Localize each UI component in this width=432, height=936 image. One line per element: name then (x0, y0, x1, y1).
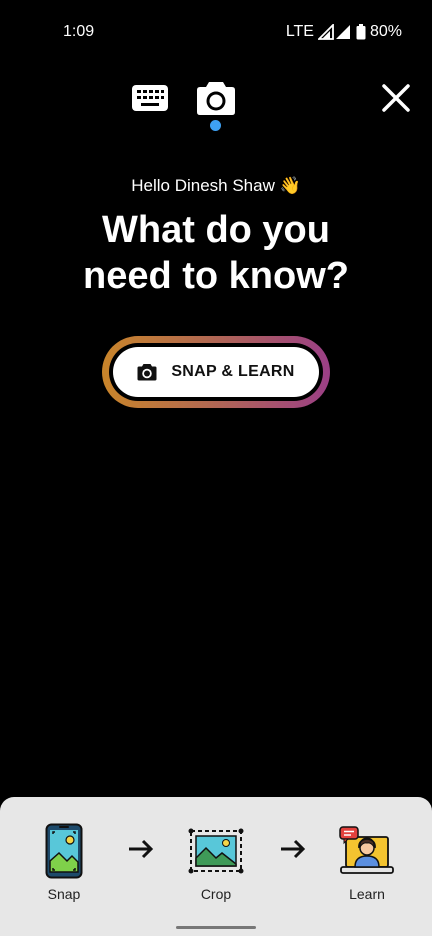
snap-and-learn-label: SNAP & LEARN (171, 363, 295, 380)
arrow-right-icon (281, 839, 306, 859)
camera-icon (197, 82, 235, 115)
keyboard-mode-button[interactable] (131, 84, 169, 112)
status-indicators: LTE 80% (286, 23, 402, 41)
page-title: What do you need to know? (0, 207, 432, 299)
step-snap: Snap (24, 823, 104, 902)
title-line-1: What do you (102, 209, 330, 251)
screen: 1:09 LTE 80% Hello Dinesh Shaw 👋 What do… (0, 0, 432, 936)
active-mode-indicator (210, 120, 221, 131)
network-label: LTE (285, 23, 314, 40)
step-label-learn: Learn (349, 886, 385, 902)
arrow-right-icon (129, 839, 154, 859)
step-label-snap: Snap (47, 886, 81, 902)
greeting-text: Hello Dinesh Shaw 👋 (131, 176, 301, 195)
step-label-crop: Crop (200, 886, 232, 902)
gesture-nav-handle[interactable] (176, 926, 256, 929)
battery-icon (356, 24, 366, 40)
step-crop: Crop (176, 823, 256, 902)
tutor-laptop-icon (327, 823, 407, 879)
crop-image-icon (176, 823, 256, 879)
how-it-works-sheet: Snap Crop Learn (0, 797, 432, 936)
camera-icon (137, 364, 157, 381)
signal-icon (317, 24, 352, 40)
close-icon (382, 84, 410, 112)
status-bar: 1:09 LTE 80% (0, 0, 432, 66)
title-line-2: need to know? (83, 255, 349, 297)
snap-and-learn-button[interactable]: SNAP & LEARN (102, 336, 330, 408)
battery-level: 80% (369, 23, 402, 40)
step-learn: Learn (327, 823, 407, 902)
status-time: 1:09 (63, 23, 95, 40)
mode-switch (128, 78, 248, 138)
phone-photo-icon (24, 823, 104, 879)
close-button[interactable] (380, 82, 412, 114)
keyboard-icon (132, 85, 168, 111)
camera-mode-button[interactable] (196, 80, 236, 116)
